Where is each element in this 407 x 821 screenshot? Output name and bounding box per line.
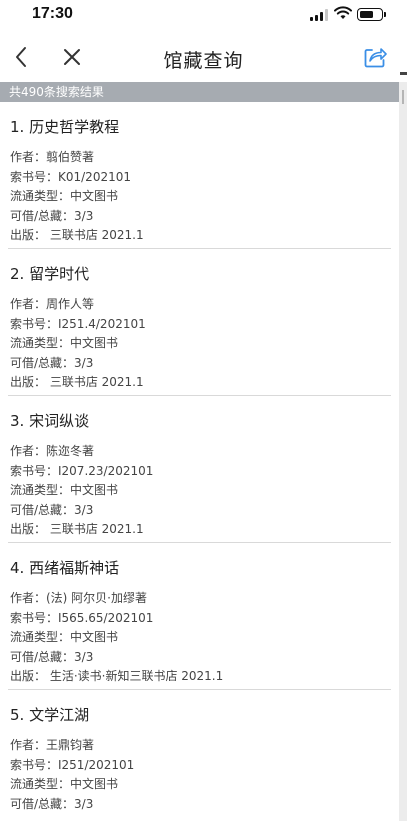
book-author: 作者：翦伯赞著: [10, 150, 95, 164]
book-publisher: 出版： 三联书店 2021.1: [10, 228, 144, 242]
result-count-bar: 共490条搜索结果: [0, 82, 399, 102]
book-circulation-type: 流通类型：中文图书: [10, 483, 119, 497]
list-item[interactable]: 5. 文学江湖 作者：王鼎钧著 索书号：I251/202101 流通类型：中文图…: [8, 690, 391, 821]
book-availability: 可借/总藏：3/3: [10, 796, 94, 811]
list-item[interactable]: 1. 历史哲学教程 作者：翦伯赞著 索书号：K01/202101 流通类型：中文…: [8, 102, 391, 249]
nav-bar: 馆藏查询: [0, 32, 407, 82]
book-publisher: 出版： 三联书店 2021.1: [10, 522, 144, 536]
book-circulation-type: 流通类型：中文图书: [10, 336, 119, 350]
share-icon[interactable]: [362, 44, 388, 70]
book-title: 5. 文学江湖: [10, 706, 90, 724]
book-call-number: 索书号：I565.65/202101: [10, 610, 154, 625]
book-call-number: 索书号：I251.4/202101: [10, 316, 146, 331]
battery-level: [360, 11, 374, 18]
book-call-number: 索书号：I251/202101: [10, 757, 135, 772]
book-availability: 可借/总藏：3/3: [10, 649, 94, 664]
list-item[interactable]: 3. 宋词纵谈 作者：陈迩冬著 索书号：I207.23/202101 流通类型：…: [8, 396, 391, 543]
scrollbar-track[interactable]: [399, 82, 407, 821]
book-publisher: 出版： 三联书店 2021.1: [10, 375, 144, 389]
cellular-signal-icon: [310, 9, 330, 21]
book-call-number: 索书号：K01/202101: [10, 169, 131, 184]
status-bar: 17:30: [0, 0, 407, 32]
book-title: 1. 历史哲学教程: [10, 118, 120, 136]
book-list: 1. 历史哲学教程 作者：翦伯赞著 索书号：K01/202101 流通类型：中文…: [0, 102, 399, 821]
book-call-number: 索书号：I207.23/202101: [10, 463, 154, 478]
list-item[interactable]: 4. 西绪福斯神话 作者：(法) 阿尔贝·加缪著 索书号：I565.65/202…: [8, 543, 391, 690]
book-publisher: 出版： 生活·读书·新知三联书店 2021.1: [10, 669, 224, 683]
book-circulation-type: 流通类型：中文图书: [10, 630, 119, 644]
book-author: 作者：周作人等: [10, 297, 95, 311]
book-availability: 可借/总藏：3/3: [10, 208, 94, 223]
wifi-icon: [334, 6, 352, 19]
book-title: 2. 留学时代: [10, 265, 90, 283]
edge-marker: [400, 72, 407, 75]
list-item[interactable]: 2. 留学时代 作者：周作人等 索书号：I251.4/202101 流通类型：中…: [8, 249, 391, 396]
book-author: 作者：陈迩冬著: [10, 444, 95, 458]
book-author: 作者：王鼎钧著: [10, 738, 95, 752]
book-availability: 可借/总藏：3/3: [10, 355, 94, 370]
book-title: 3. 宋词纵谈: [10, 412, 90, 430]
phone-screen: 17:30 馆藏查询 共490条搜索结果 1. 历史哲学教程 作者：翦伯赞著 索…: [0, 0, 407, 821]
battery-icon: [357, 8, 386, 21]
book-circulation-type: 流通类型：中文图书: [10, 189, 119, 203]
page-title: 馆藏查询: [163, 50, 244, 72]
book-title: 4. 西绪福斯神话: [10, 559, 120, 577]
status-time: 17:30: [32, 5, 73, 22]
book-circulation-type: 流通类型：中文图书: [10, 777, 119, 791]
book-availability: 可借/总藏：3/3: [10, 502, 94, 517]
book-author: 作者：(法) 阿尔贝·加缪著: [10, 591, 147, 605]
